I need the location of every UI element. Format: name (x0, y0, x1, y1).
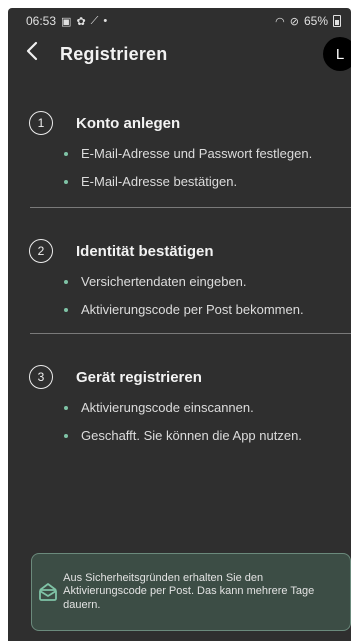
dnd-icon: ⊘ (289, 15, 299, 28)
avatar[interactable]: L (323, 37, 351, 71)
list-item: Geschafft. Sie können die App nutzen. (64, 425, 339, 447)
step-title: Konto anlegen (76, 114, 181, 132)
bullet-icon (64, 406, 68, 410)
status-time: 06:53 (26, 14, 57, 28)
app-bar: Registrieren L (8, 34, 351, 74)
image-notification-icon: ▣ (61, 15, 72, 28)
step-items: E-Mail-Adresse und Passwort festlegen. E… (8, 143, 351, 193)
settings-notification-icon: ✿ (76, 15, 86, 28)
step-1: 1 Konto anlegen E-Mail-Adresse und Passw… (8, 111, 351, 193)
divider (30, 207, 351, 208)
step-3: 3 Gerät registrieren Aktivierungscode ei… (8, 365, 351, 447)
list-item: Aktivierungscode per Post bekommen. (64, 299, 339, 321)
bullet-icon (64, 280, 68, 284)
bullet-icon (64, 180, 68, 184)
mail-box-icon (38, 583, 57, 601)
broom-notification-icon: ⟋ (90, 14, 99, 27)
back-button[interactable] (8, 34, 56, 74)
step-items: Versichertendaten eingeben. Aktivierungs… (8, 271, 351, 321)
status-bar: 06:53 ▣ ✿ ⟋ • ◠ ⊘ 65% (8, 8, 351, 34)
battery-percent: 65% (303, 14, 328, 28)
step-title: Identität bestätigen (76, 242, 214, 260)
step-number: 3 (29, 365, 53, 389)
page-title: Registrieren (60, 43, 168, 64)
step-number: 1 (29, 111, 53, 135)
list-item: Aktivierungscode einscannen. (64, 397, 339, 419)
step-2: 2 Identität bestätigen Versichertendaten… (8, 239, 351, 321)
wifi-icon: ◠ (275, 15, 285, 28)
info-text: Aus Sicherheitsgründen erhalten Sie den … (63, 571, 315, 611)
bullet-icon (64, 434, 68, 438)
step-number: 2 (29, 239, 53, 263)
list-item: E-Mail-Adresse bestätigen. (64, 171, 339, 193)
step-items: Aktivierungscode einscannen. Geschafft. … (8, 397, 351, 447)
battery-icon (333, 15, 341, 27)
app-screen: 06:53 ▣ ✿ ⟋ • ◠ ⊘ 65% Registrieren L 1 K… (8, 8, 351, 641)
bullet-icon (64, 308, 68, 312)
step-title: Gerät registrieren (76, 368, 202, 386)
list-item: E-Mail-Adresse und Passwort festlegen. (64, 143, 339, 165)
bullet-icon (64, 152, 68, 156)
chevron-left-icon (26, 41, 38, 61)
info-box: Aus Sicherheitsgründen erhalten Sie den … (31, 553, 351, 631)
list-item: Versichertendaten eingeben. (64, 271, 339, 293)
more-notifications-icon: • (103, 15, 108, 27)
divider (30, 333, 351, 334)
